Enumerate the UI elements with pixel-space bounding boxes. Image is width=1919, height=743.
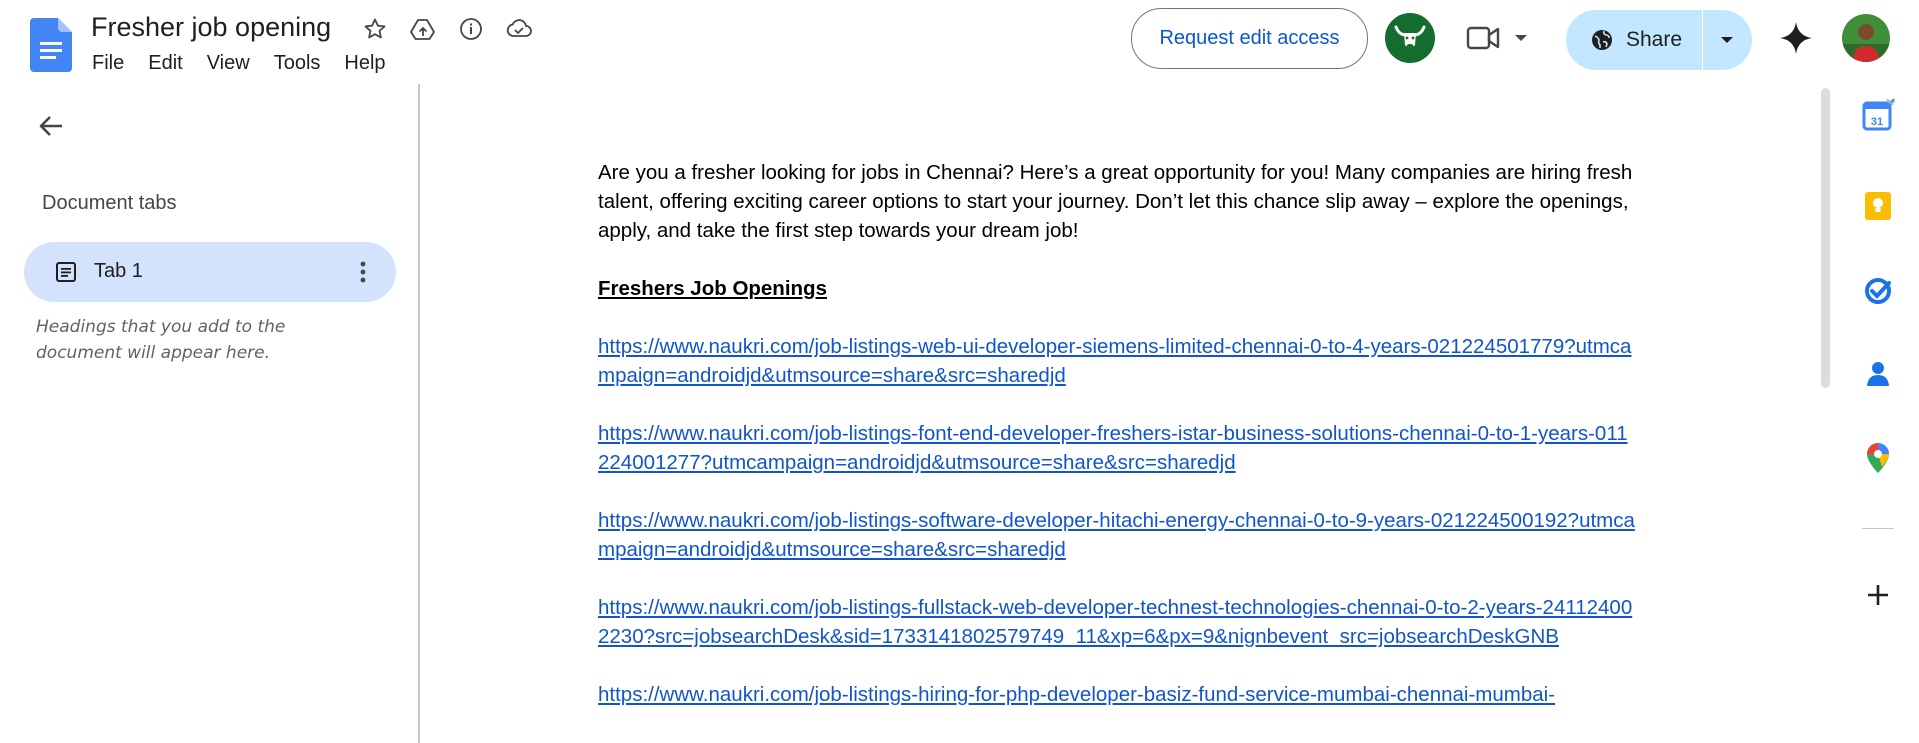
meet-button[interactable] — [1466, 20, 1556, 56]
chevron-down-icon — [1721, 37, 1733, 43]
add-icon[interactable] — [1860, 577, 1896, 613]
side-panel: 31 — [1838, 84, 1919, 743]
cloud-saved-icon[interactable] — [502, 14, 536, 44]
menu-view[interactable]: View — [195, 50, 262, 77]
tab-label: Tab 1 — [94, 260, 143, 282]
document-tabs-heading: Document tabs — [42, 192, 177, 214]
keep-icon[interactable] — [1860, 188, 1896, 224]
top-bar: Fresher job opening File Edit View Tools… — [0, 0, 1919, 84]
tasks-icon[interactable] — [1860, 272, 1896, 308]
document-page[interactable]: Are you a fresher looking for jobs in Ch… — [598, 158, 1638, 738]
globe-icon — [1592, 30, 1612, 50]
side-panel-divider — [1862, 528, 1894, 529]
account-avatar[interactable] — [1385, 13, 1435, 63]
back-arrow-icon[interactable] — [36, 111, 66, 141]
docs-logo-icon[interactable] — [30, 18, 72, 72]
calendar-icon[interactable]: 31 — [1860, 98, 1896, 134]
move-to-drive-icon[interactable] — [406, 14, 440, 44]
menu-bar: File Edit View Tools Help — [80, 50, 398, 77]
star-icon[interactable] — [358, 14, 392, 44]
document-canvas: Are you a fresher looking for jobs in Ch… — [420, 84, 1820, 743]
share-button[interactable]: Share — [1566, 10, 1702, 70]
job-link[interactable]: https://www.naukri.com/job-listings-soft… — [598, 506, 1638, 564]
menu-file[interactable]: File — [80, 50, 136, 77]
job-link[interactable]: https://www.naukri.com/job-listings-full… — [598, 593, 1638, 651]
document-outline-panel: Document tabs Tab 1 Headings that you ad… — [0, 84, 418, 743]
intro-paragraph: Are you a fresher looking for jobs in Ch… — [598, 161, 1633, 242]
svg-text:31: 31 — [1871, 116, 1883, 128]
tab-1[interactable]: Tab 1 — [24, 242, 396, 302]
outline-hint: Headings that you add to the document wi… — [36, 317, 286, 363]
document-icon — [54, 260, 78, 284]
video-camera-icon — [1466, 26, 1500, 50]
more-vert-icon[interactable] — [350, 258, 376, 286]
info-icon[interactable] — [454, 14, 488, 44]
maps-icon[interactable] — [1860, 440, 1896, 476]
scrollbar-thumb[interactable] — [1821, 88, 1830, 388]
share-dropdown-button[interactable] — [1703, 10, 1751, 70]
profile-avatar[interactable] — [1842, 14, 1890, 62]
title-actions — [358, 14, 536, 44]
menu-edit[interactable]: Edit — [136, 50, 194, 77]
user-photo-icon — [1842, 14, 1890, 62]
job-link[interactable]: https://www.naukri.com/job-listings-hiri… — [598, 680, 1638, 709]
chevron-down-icon — [1515, 35, 1527, 41]
job-link[interactable]: https://www.naukri.com/job-listings-web-… — [598, 332, 1638, 390]
request-edit-access-button[interactable]: Request edit access — [1131, 8, 1368, 69]
contacts-icon[interactable] — [1860, 356, 1896, 392]
share-label: Share — [1626, 28, 1683, 51]
document-title[interactable]: Fresher job opening — [91, 12, 331, 43]
menu-tools[interactable]: Tools — [262, 50, 333, 77]
job-link[interactable]: https://www.naukri.com/job-listings-font… — [598, 419, 1638, 477]
menu-help[interactable]: Help — [332, 50, 397, 77]
gemini-icon[interactable] — [1778, 20, 1814, 56]
section-heading: Freshers Job Openings — [598, 277, 827, 300]
bull-icon — [1394, 25, 1426, 48]
share-button-group: Share — [1566, 10, 1752, 70]
